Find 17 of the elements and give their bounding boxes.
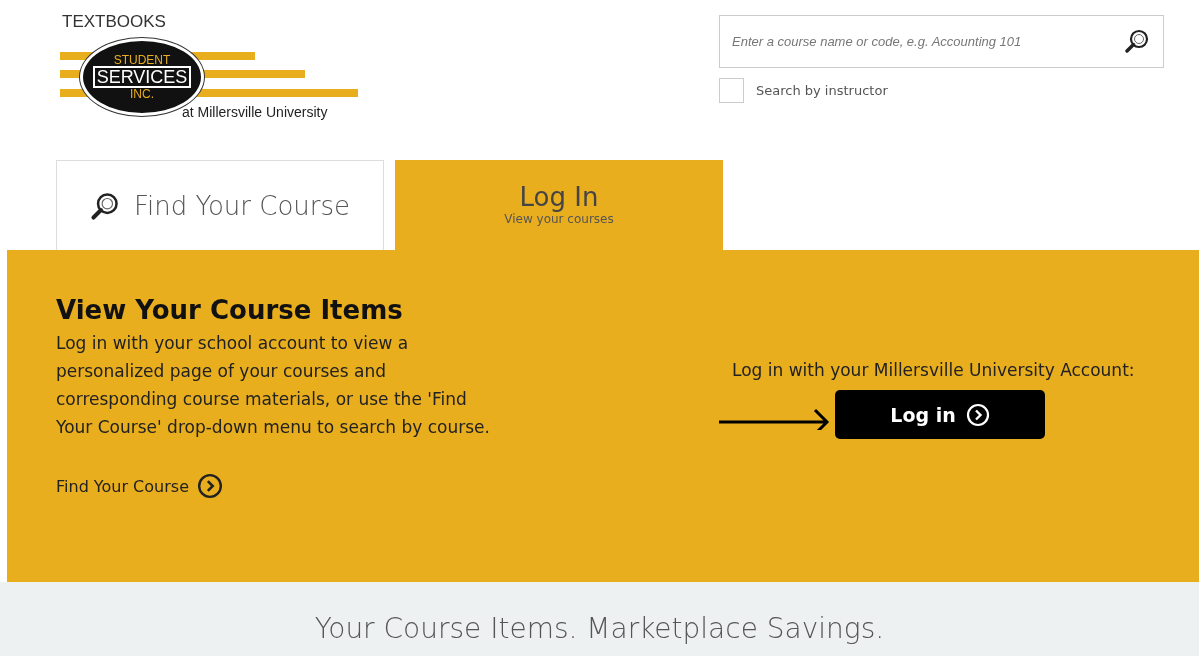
panel-description: Log in with your school account to view a personalized page of your courses and corresponding course materials, or use the 'Find Your Course' drop-down menu to search by course. bbox=[56, 332, 491, 439]
panel-heading: View Your Course Items bbox=[56, 295, 404, 325]
tagline: Your Course Items. Marketplace Savings. bbox=[314, 612, 885, 647]
checkbox-label: Search by instructor bbox=[756, 83, 888, 98]
chevron-circle-icon bbox=[196, 473, 223, 499]
search-icon bbox=[89, 190, 120, 221]
logo-subtitle: at Millersville University bbox=[182, 104, 328, 120]
login-button[interactable]: Log in bbox=[835, 390, 1045, 439]
search-icon bbox=[1124, 28, 1150, 54]
login-prompt: Log in with your Millersville University Account: bbox=[732, 360, 1135, 380]
search-field[interactable]: Enter a course name or code, e.g. Accounting 101 bbox=[719, 15, 1164, 68]
checkbox[interactable] bbox=[719, 78, 744, 103]
chevron-circle-icon bbox=[965, 402, 990, 427]
logo-title: TEXTBOOKS bbox=[62, 12, 166, 32]
tab[interactable]: Find Your Course bbox=[56, 160, 384, 250]
tab[interactable]: Log In View your courses bbox=[395, 160, 723, 250]
find-course-link[interactable]: Find Your Course bbox=[56, 473, 491, 499]
